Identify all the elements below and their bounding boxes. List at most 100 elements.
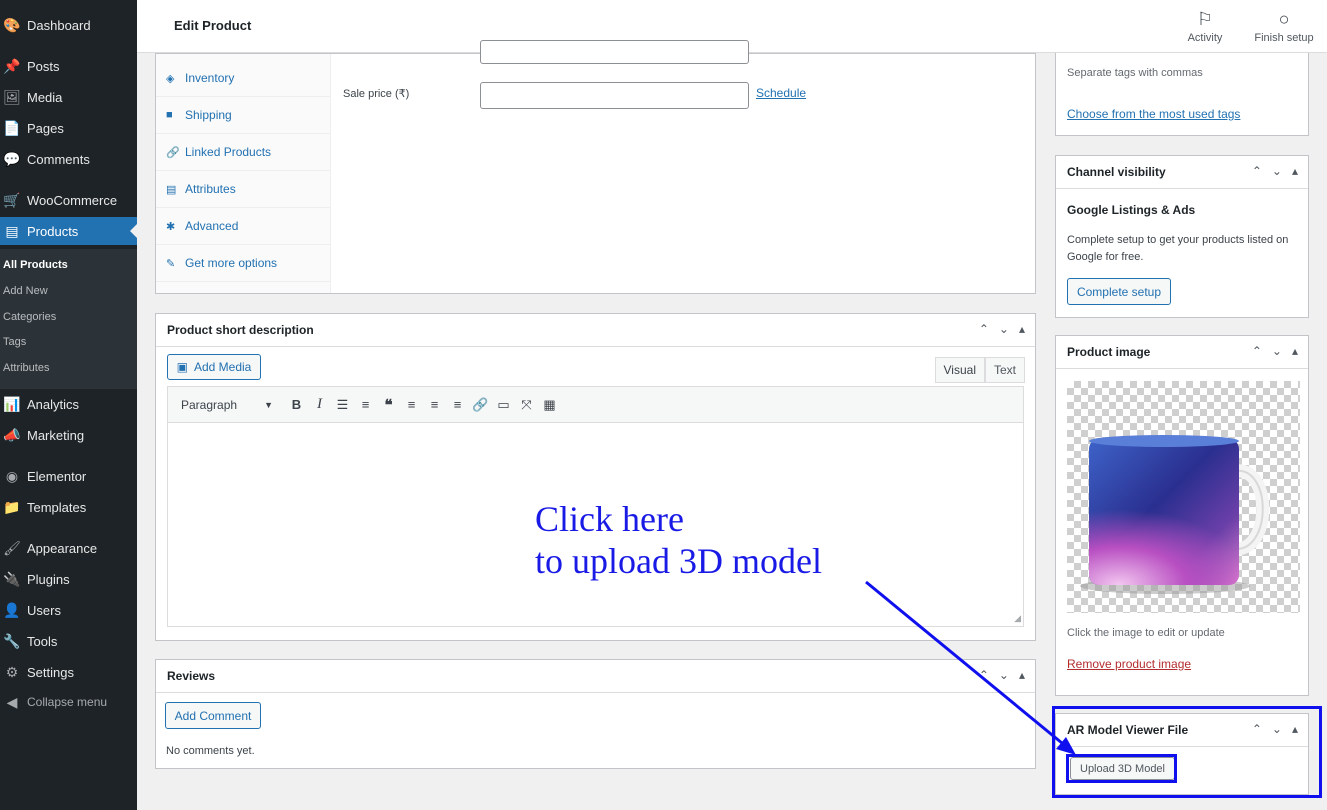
editor-toolbar: Paragraph ▼ B I ☰ ≡ ❝ ≡ ≡ ≡ 🔗 ▭ ⤧ ▦ bbox=[167, 386, 1024, 422]
sidebar-item-templates[interactable]: 📁 Templates bbox=[0, 493, 137, 521]
sidebar-item-settings[interactable]: ⚙ Settings bbox=[0, 658, 137, 686]
blockquote-icon[interactable]: ❝ bbox=[377, 393, 400, 417]
product-tab-linked-products[interactable]: 🔗 Linked Products bbox=[156, 134, 331, 171]
move-up-icon[interactable]: ⌃ bbox=[979, 668, 989, 682]
google-listings-title: Google Listings & Ads bbox=[1067, 203, 1196, 217]
italic-icon[interactable]: I bbox=[308, 393, 331, 417]
sidebar-item-woocommerce[interactable]: 🛒 WooCommerce bbox=[0, 186, 137, 214]
product-tags-box: Separate tags with commas Choose from th… bbox=[1055, 53, 1309, 136]
media-icon: 🖼 bbox=[3, 88, 21, 105]
short-description-title: Product short description bbox=[167, 323, 314, 337]
submenu-attributes[interactable]: Attributes bbox=[3, 362, 49, 374]
sidebar-item-dashboard[interactable]: 🎨 Dashboard bbox=[0, 11, 137, 39]
remove-product-image-link[interactable]: Remove product image bbox=[1067, 657, 1191, 671]
schedule-link[interactable]: Schedule bbox=[756, 86, 806, 100]
bold-icon[interactable]: B bbox=[285, 393, 308, 417]
add-comment-button[interactable]: Add Comment bbox=[165, 702, 261, 729]
pages-icon: 📄 bbox=[3, 119, 21, 136]
move-down-icon[interactable]: ⌄ bbox=[1272, 164, 1282, 178]
finish-setup-button[interactable]: ○ Finish setup bbox=[1249, 9, 1319, 44]
sidebar-item-label: Users bbox=[27, 602, 61, 618]
editor-tabs: Visual Text bbox=[934, 357, 1025, 383]
align-center-icon[interactable]: ≡ bbox=[423, 393, 446, 417]
link-icon: 🔗 bbox=[166, 146, 180, 159]
users-icon: 👤 bbox=[3, 601, 21, 618]
product-tab-get-more-options[interactable]: ✎ Get more options bbox=[156, 245, 331, 282]
sidebar-item-comments[interactable]: 💬 Comments bbox=[0, 145, 137, 173]
dashboard-icon: 🎨 bbox=[3, 16, 21, 33]
move-up-icon[interactable]: ⌃ bbox=[1252, 164, 1262, 178]
align-right-icon[interactable]: ≡ bbox=[446, 393, 469, 417]
product-tab-attributes[interactable]: ▤ Attributes bbox=[156, 171, 331, 208]
sidebar-item-label: Media bbox=[27, 89, 63, 105]
tab-text[interactable]: Text bbox=[984, 357, 1025, 383]
submenu-categories[interactable]: Categories bbox=[3, 311, 56, 323]
most-used-tags-link[interactable]: Choose from the most used tags bbox=[1067, 107, 1240, 121]
elementor-icon: ◉ bbox=[5, 467, 19, 484]
woocommerce-icon: 🛒 bbox=[3, 191, 21, 208]
toolbar-toggle-icon[interactable]: ▦ bbox=[538, 393, 561, 417]
media-icon: ▣ bbox=[176, 360, 188, 374]
megaphone-icon: 📣 bbox=[3, 426, 21, 443]
product-tab-advanced[interactable]: ✱ Advanced bbox=[156, 208, 331, 245]
sidebar-item-users[interactable]: 👤 Users bbox=[0, 596, 137, 624]
submenu-tags[interactable]: Tags bbox=[3, 336, 26, 348]
product-tab-inventory[interactable]: ◈ Inventory bbox=[156, 60, 331, 97]
sidebar-item-pages[interactable]: 📄 Pages bbox=[0, 114, 137, 142]
numbered-list-icon[interactable]: ≡ bbox=[354, 393, 377, 417]
sidebar-item-products[interactable]: ▤ Products bbox=[0, 217, 137, 245]
chevron-down-icon: ▼ bbox=[264, 399, 273, 410]
wrench-icon: 🔧 bbox=[3, 632, 21, 649]
tags-hint: Separate tags with commas bbox=[1067, 67, 1203, 79]
toggle-panel-icon[interactable]: ▴ bbox=[1019, 668, 1025, 682]
resize-handle-icon[interactable]: ◢ bbox=[1014, 613, 1021, 624]
product-tab-shipping[interactable]: ■ Shipping bbox=[156, 97, 331, 134]
add-media-button[interactable]: ▣ Add Media bbox=[167, 354, 261, 380]
sidebar-item-tools[interactable]: 🔧 Tools bbox=[0, 627, 137, 655]
short-description-header: Product short description ⌃ ⌄ ▴ bbox=[156, 314, 1035, 347]
sidebar-item-collapse-menu[interactable]: ◀ Collapse menu bbox=[0, 688, 137, 716]
sidebar-item-label: Settings bbox=[27, 664, 74, 680]
toggle-panel-icon[interactable]: ▴ bbox=[1019, 322, 1025, 336]
sidebar-item-appearance[interactable]: 🖌 Appearance bbox=[0, 534, 137, 562]
move-down-icon[interactable]: ⌄ bbox=[1272, 344, 1282, 358]
sidebar-item-label: Analytics bbox=[27, 396, 80, 412]
annotation-callout: Click here to upload 3D model bbox=[535, 498, 822, 582]
activity-button[interactable]: ⚐ Activity bbox=[1185, 9, 1225, 44]
align-left-icon[interactable]: ≡ bbox=[400, 393, 423, 417]
link-icon[interactable]: 🔗 bbox=[469, 393, 492, 417]
sidebar-item-posts[interactable]: 📌 Posts bbox=[0, 52, 137, 80]
tab-visual[interactable]: Visual bbox=[934, 357, 985, 383]
move-down-icon[interactable]: ⌄ bbox=[999, 322, 1009, 336]
toggle-panel-icon[interactable]: ▴ bbox=[1292, 344, 1298, 358]
move-up-icon[interactable]: ⌃ bbox=[979, 322, 989, 336]
sidebar-item-marketing[interactable]: 📣 Marketing bbox=[0, 421, 137, 449]
sidebar-item-media[interactable]: 🖼 Media bbox=[0, 83, 137, 111]
move-up-icon[interactable]: ⌃ bbox=[1252, 344, 1262, 358]
move-down-icon[interactable]: ⌄ bbox=[999, 668, 1009, 682]
sidebar-item-elementor[interactable]: ◉ Elementor bbox=[0, 462, 137, 490]
format-select[interactable]: Paragraph ▼ bbox=[173, 393, 279, 417]
sidebar-item-label: Dashboard bbox=[27, 17, 91, 33]
product-tab-label: Advanced bbox=[185, 219, 239, 233]
toggle-panel-icon[interactable]: ▴ bbox=[1292, 164, 1298, 178]
sidebar-item-plugins[interactable]: 🔌 Plugins bbox=[0, 565, 137, 593]
sidebar-item-analytics[interactable]: 📊 Analytics bbox=[0, 390, 137, 418]
sale-price-input[interactable] bbox=[480, 82, 749, 109]
sidebar-item-label: Templates bbox=[27, 499, 87, 515]
fullscreen-icon[interactable]: ⤧ bbox=[515, 393, 538, 417]
annotation-line-2: to upload 3D model bbox=[535, 541, 822, 581]
read-more-icon[interactable]: ▭ bbox=[492, 393, 515, 417]
submenu-all-products[interactable]: All Products bbox=[3, 259, 68, 271]
submenu-add-new[interactable]: Add New bbox=[3, 285, 48, 297]
product-image[interactable] bbox=[1067, 381, 1300, 613]
product-data-tabs: ◈ Inventory ■ Shipping 🔗 Linked Products ▤ Attr… bbox=[156, 54, 331, 293]
sidebar-item-label: WooCommerce bbox=[27, 192, 118, 208]
product-tab-label: Get more options bbox=[185, 256, 278, 270]
comments-icon: 💬 bbox=[3, 150, 21, 167]
bullet-list-icon[interactable]: ☰ bbox=[331, 393, 354, 417]
complete-setup-button[interactable]: Complete setup bbox=[1067, 278, 1171, 305]
regular-price-input[interactable] bbox=[480, 40, 749, 64]
mug-image bbox=[1080, 435, 1270, 594]
channel-visibility-title: Channel visibility bbox=[1067, 165, 1166, 179]
